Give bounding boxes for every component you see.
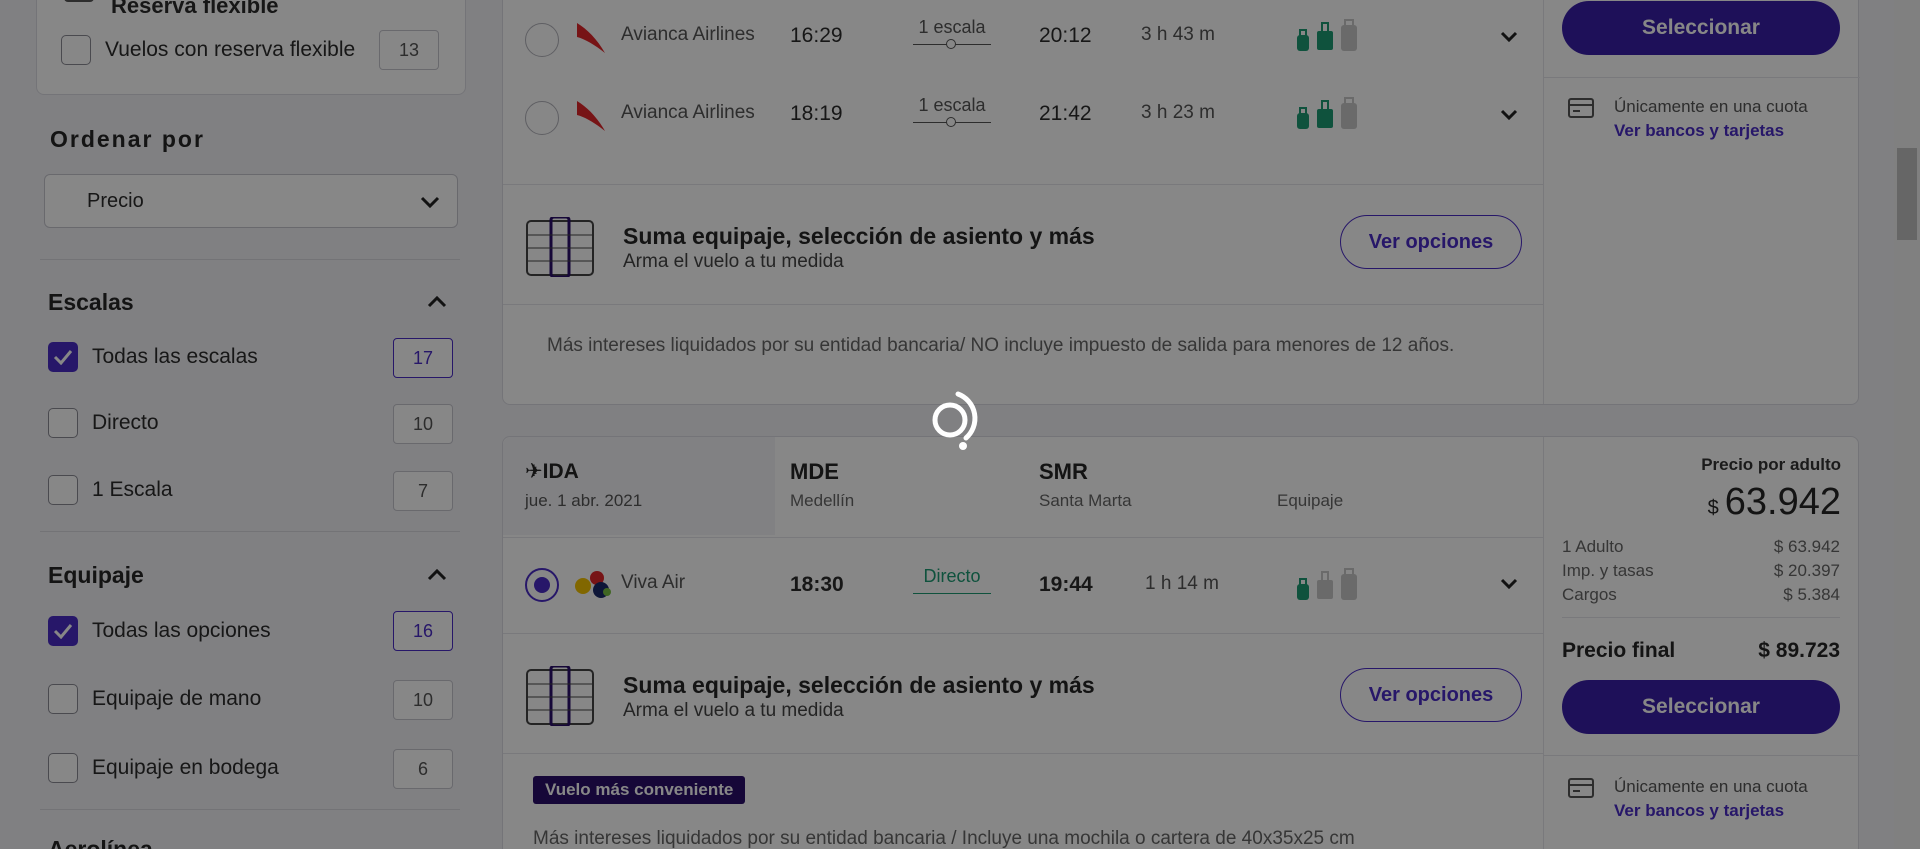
loading-spinner-icon <box>926 390 986 459</box>
